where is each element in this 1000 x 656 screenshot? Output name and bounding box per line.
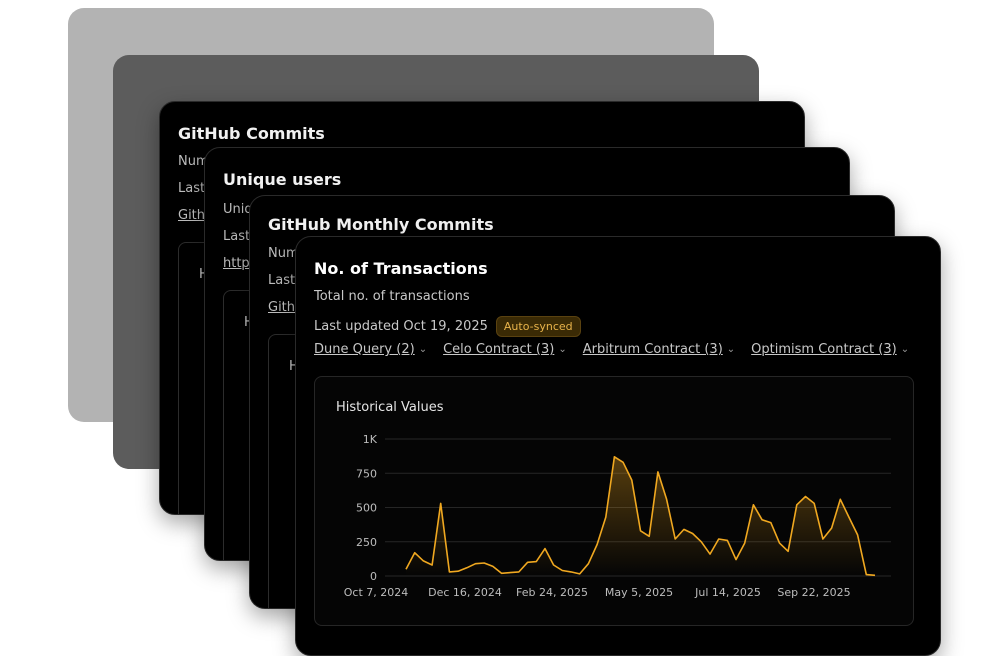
x-tick-label: Feb 24, 2025: [516, 586, 588, 599]
source-filters: Dune Query (2) ⌄ Celo Contract (3) ⌄ Arb…: [314, 342, 909, 357]
chevron-down-icon: ⌄: [900, 344, 910, 355]
x-tick-label: Jul 14, 2025: [694, 586, 761, 599]
filter-optimism-contract[interactable]: Optimism Contract (3) ⌄: [751, 342, 909, 357]
card-title: No. of Transactions: [314, 259, 488, 278]
x-tick-label: Dec 16, 2024: [428, 586, 502, 599]
chart-box: Historical Values 0 250 500 750 1K Oct 7, 202…: [314, 376, 914, 626]
chevron-down-icon: ⌄: [418, 344, 428, 355]
filter-label: Celo Contract (3): [443, 342, 555, 357]
x-tick-label: Oct 7, 2024: [344, 586, 409, 599]
historical-values-chart: 0 250 500 750 1K Oct 7, 2024 Dec 16, 2024 Feb 2…: [344, 433, 891, 599]
x-tick-label: May 5, 2025: [605, 586, 673, 599]
chevron-down-icon: ⌄: [558, 344, 567, 355]
last-updated: Last updated Oct 19, 2025 Auto-synced: [314, 316, 581, 337]
card-title: Unique users: [223, 170, 342, 189]
filter-label: Optimism Contract (3): [751, 342, 897, 357]
filter-dune-query[interactable]: Dune Query (2) ⌄: [314, 342, 427, 357]
series-area: [406, 456, 875, 576]
filter-label: Dune Query (2): [314, 342, 415, 357]
last-updated-text: Last updated Oct 19, 2025: [314, 319, 488, 334]
card-subtitle: Total no. of transactions: [314, 289, 470, 304]
y-tick-label: 1K: [363, 433, 378, 446]
card-updated: Last: [223, 229, 251, 244]
chevron-down-icon: ⌄: [726, 344, 736, 355]
card-transactions[interactable]: No. of Transactions Total no. of transac…: [295, 236, 941, 656]
y-tick-label: 250: [356, 536, 377, 549]
card-updated: Last: [268, 273, 296, 288]
y-tick-label: 0: [370, 570, 377, 583]
card-title: GitHub Monthly Commits: [268, 215, 494, 234]
y-tick-label: 500: [356, 502, 377, 515]
filter-celo-contract[interactable]: Celo Contract (3) ⌄: [443, 342, 567, 357]
filter-arbitrum-contract[interactable]: Arbitrum Contract (3) ⌄: [583, 342, 735, 357]
card-updated: Last: [178, 181, 206, 196]
card-link[interactable]: http: [223, 256, 250, 271]
auto-synced-badge: Auto-synced: [495, 316, 581, 337]
x-tick-label: Sep 22, 2025: [777, 586, 850, 599]
card-title: GitHub Commits: [178, 124, 325, 143]
filter-label: Arbitrum Contract (3): [582, 342, 723, 357]
y-tick-label: 750: [356, 467, 377, 480]
